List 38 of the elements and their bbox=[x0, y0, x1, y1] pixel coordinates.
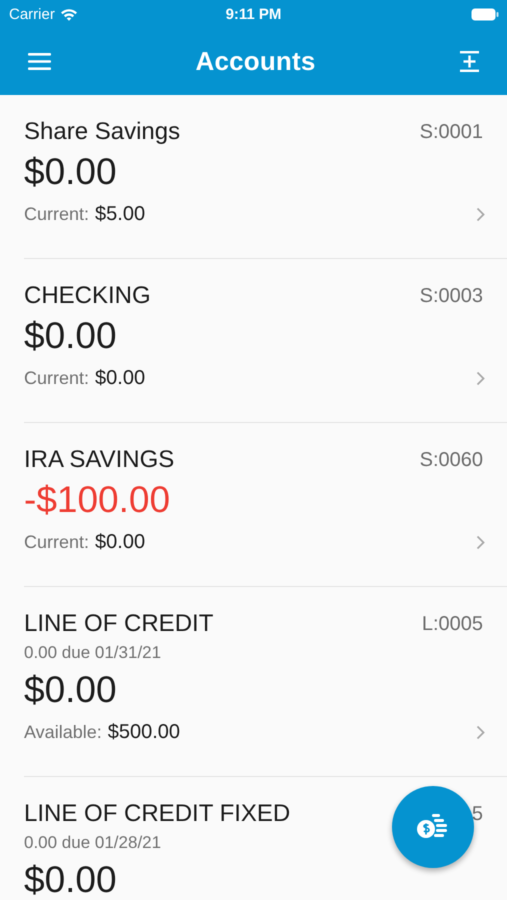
balance-amount: $0.00 bbox=[95, 530, 146, 554]
due-text: 0.00 due 01/28/21 bbox=[24, 832, 162, 854]
account-name: IRA SAVINGS bbox=[24, 446, 174, 474]
coins-icon bbox=[417, 814, 449, 840]
account-name: LINE OF CREDIT FIXED bbox=[24, 800, 290, 828]
balance-amount: $0.00 bbox=[95, 366, 146, 390]
account-name: LINE OF CREDIT bbox=[24, 610, 214, 638]
account-name: CHECKING bbox=[24, 282, 151, 310]
chevron-right-icon[interactable] bbox=[476, 370, 485, 386]
balance-label: Current: bbox=[24, 204, 90, 224]
balance-label: Current: bbox=[24, 532, 90, 552]
wifi-icon bbox=[60, 8, 78, 20]
transfer-button[interactable] bbox=[392, 786, 474, 868]
balance-amount: $5.00 bbox=[95, 202, 146, 226]
account-number: 5 bbox=[472, 802, 483, 826]
due-text: 0.00 due 01/31/21 bbox=[24, 642, 162, 664]
battery-icon bbox=[471, 8, 499, 20]
account-number: S:0003 bbox=[420, 284, 483, 308]
balance-amount: $500.00 bbox=[108, 720, 180, 744]
account-balance: $0.00 bbox=[24, 858, 117, 900]
balance-label: Current: bbox=[24, 368, 90, 388]
account-balance: $0.00 bbox=[24, 150, 117, 194]
account-balance: $0.00 bbox=[24, 314, 117, 358]
account-balance: $0.00 bbox=[24, 668, 117, 712]
balance-label: Available: bbox=[24, 722, 102, 742]
account-number: S:0060 bbox=[420, 448, 483, 472]
carrier-name: Carrier bbox=[9, 6, 55, 22]
account-number: S:0001 bbox=[420, 120, 483, 144]
status-time: 9:11 PM bbox=[226, 6, 282, 22]
chevron-right-icon[interactable] bbox=[476, 724, 485, 740]
menu-icon[interactable] bbox=[28, 53, 51, 70]
expand-collapse-icon[interactable] bbox=[460, 51, 479, 72]
account-balance: -$100.00 bbox=[24, 478, 170, 522]
chevron-right-icon[interactable] bbox=[476, 206, 485, 222]
chevron-right-icon[interactable] bbox=[476, 534, 485, 550]
screen-title: Accounts bbox=[195, 46, 316, 77]
account-number: L:0005 bbox=[422, 612, 483, 636]
account-name: Share Savings bbox=[24, 118, 180, 146]
